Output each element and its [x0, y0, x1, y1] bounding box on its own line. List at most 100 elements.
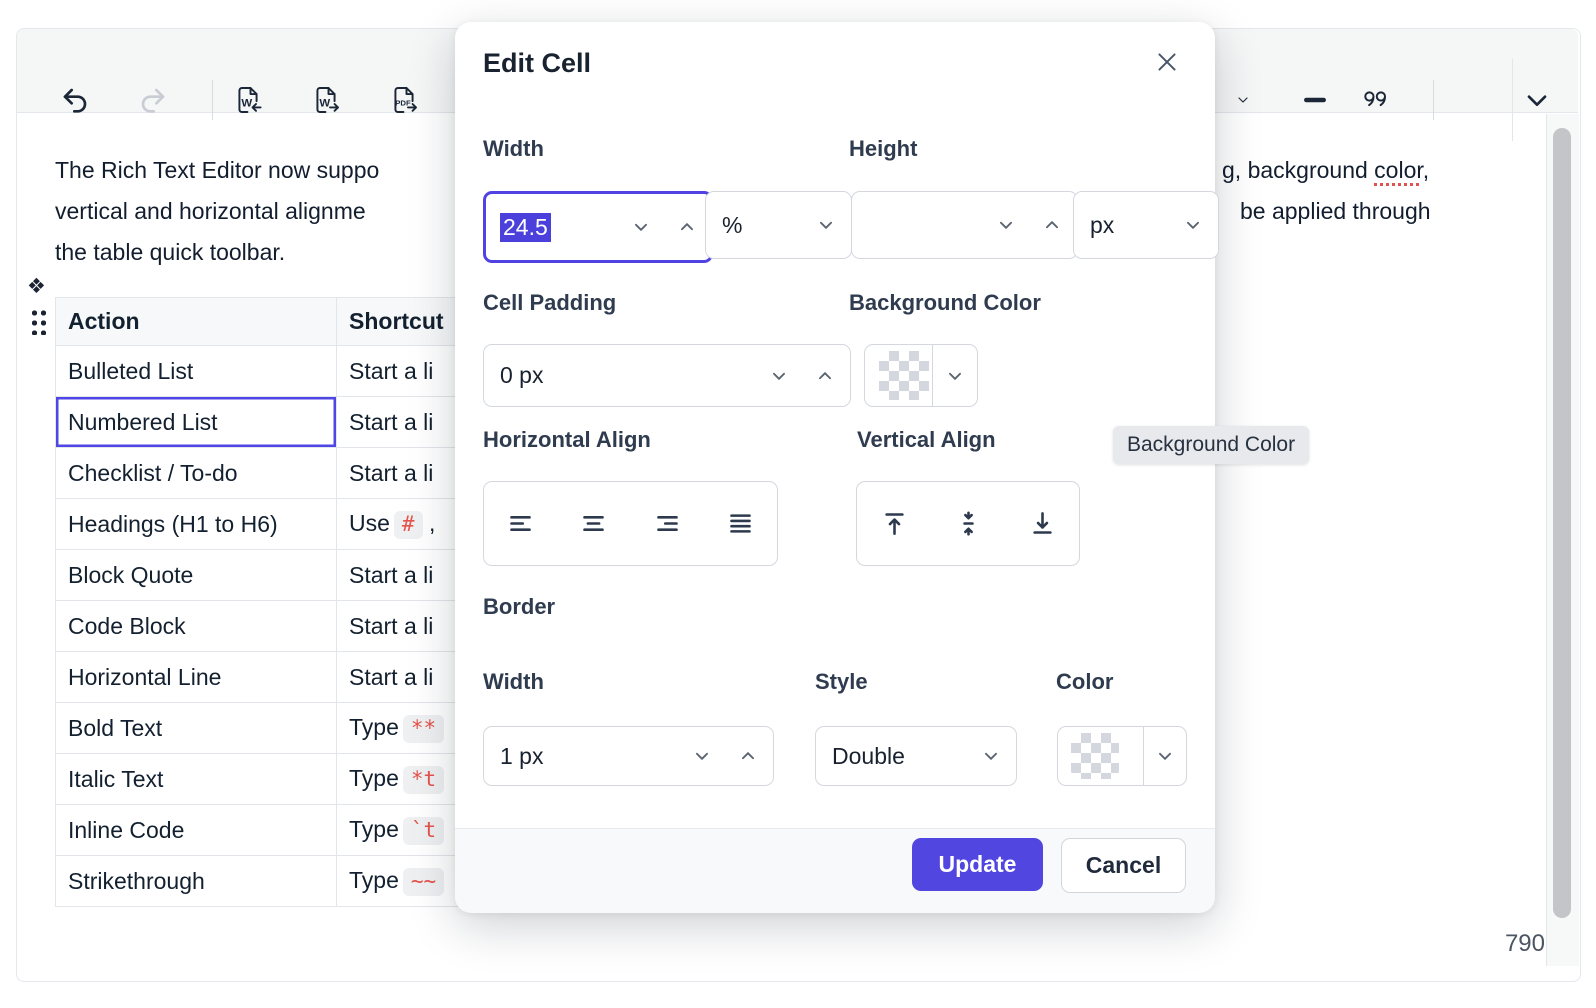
- shortcut-code-chip: ~~: [402, 867, 445, 896]
- align-center-icon[interactable]: [580, 510, 607, 537]
- transparent-swatch[interactable]: [1071, 733, 1119, 779]
- horizontal-align-label: Horizontal Align: [483, 427, 651, 452]
- shortcut-text: Start a li: [349, 663, 434, 690]
- shortcut-text: Start a li: [349, 408, 434, 435]
- height-label: Height: [849, 136, 918, 161]
- align-justify-icon[interactable]: [727, 510, 754, 537]
- dropdown-partial-button[interactable]: [1215, 72, 1271, 128]
- background-color-tooltip: Background Color: [1113, 426, 1310, 464]
- border-style-dropdown[interactable]: Double: [815, 726, 1017, 786]
- paragraph-line1-left: The Rich Text Editor now suppo: [55, 157, 380, 183]
- increment-icon[interactable]: [678, 218, 696, 236]
- height-unit-value: px: [1090, 211, 1115, 238]
- chevron-down-icon: [948, 372, 962, 380]
- height-unit-dropdown[interactable]: px: [1073, 191, 1219, 259]
- decrement-icon[interactable]: [632, 218, 650, 236]
- decrement-icon[interactable]: [770, 367, 788, 385]
- decrement-icon[interactable]: [997, 216, 1015, 234]
- border-style-label: Style: [815, 669, 868, 694]
- table-move-icon[interactable]: ❖: [27, 274, 46, 299]
- cell-action[interactable]: Inline Code: [55, 804, 337, 856]
- chevron-down-icon: [984, 752, 998, 760]
- cell-padding-value: 0 px: [500, 362, 544, 388]
- transparent-swatch[interactable]: [879, 351, 929, 400]
- chevron-down-icon: [1158, 752, 1172, 760]
- spellcheck-word: color: [1374, 157, 1423, 183]
- width-unit-dropdown[interactable]: %: [705, 191, 852, 259]
- border-width-spinner[interactable]: 1 px: [483, 726, 774, 786]
- height-spinner[interactable]: [851, 191, 1078, 259]
- valign-top-icon[interactable]: [881, 510, 908, 537]
- dialog-close-button[interactable]: [1147, 42, 1187, 82]
- toolbar-separator: [1433, 80, 1434, 120]
- vertical-align-label: Vertical Align: [857, 427, 996, 452]
- export-word-icon: W: [316, 87, 339, 113]
- redo-button[interactable]: [125, 72, 181, 128]
- width-spinner[interactable]: 24.5: [483, 191, 713, 263]
- border-color-picker[interactable]: [1057, 726, 1187, 786]
- blockquote-button[interactable]: [1349, 72, 1405, 128]
- vertical-align-group: [856, 481, 1080, 566]
- export-pdf-button[interactable]: PDF: [376, 72, 432, 128]
- increment-icon[interactable]: [739, 747, 757, 765]
- import-word-button[interactable]: W: [220, 72, 276, 128]
- valign-bottom-icon[interactable]: [1029, 510, 1056, 537]
- redo-icon: [141, 88, 165, 113]
- row-drag-handle-icon[interactable]: [30, 308, 48, 335]
- increment-icon[interactable]: [816, 367, 834, 385]
- shortcut-suffix: ,: [422, 509, 436, 536]
- cell-action[interactable]: Horizontal Line: [55, 651, 337, 703]
- cell-action[interactable]: Italic Text: [55, 753, 337, 805]
- paragraph-line2-left: vertical and horizontal alignme: [55, 198, 366, 224]
- increment-icon[interactable]: [1043, 216, 1061, 234]
- width-value: 24.5: [500, 212, 551, 242]
- rich-text-editor-app: W W PDF The Rich Text Editor now suppo g…: [0, 0, 1596, 1008]
- background-color-label: Background Color: [849, 290, 1041, 315]
- border-heading: Border: [483, 594, 556, 619]
- border-color-label: Color: [1056, 669, 1114, 694]
- shortcut-code-chip: **: [402, 714, 445, 743]
- export-word-button[interactable]: W: [298, 72, 354, 128]
- horizontal-line-icon: [1304, 97, 1326, 103]
- cell-action[interactable]: Checklist / To-do: [55, 447, 337, 499]
- chevron-down-icon: [819, 221, 833, 229]
- horizontal-line-button[interactable]: [1287, 72, 1343, 128]
- text-run: ,: [1422, 157, 1430, 183]
- decrement-icon[interactable]: [693, 747, 711, 765]
- color-dropdown-arrow[interactable]: [933, 367, 977, 385]
- undo-icon: [63, 88, 87, 113]
- cell-action[interactable]: Headings (H1 to H6): [55, 498, 337, 550]
- shortcut-code-chip: #: [393, 510, 423, 539]
- scrollbar-thumb[interactable]: [1553, 128, 1571, 918]
- cell-padding-label: Cell Padding: [483, 290, 617, 315]
- align-left-icon[interactable]: [507, 510, 534, 537]
- cell-action-selected[interactable]: Numbered List: [55, 396, 337, 448]
- cell-action[interactable]: Bulleted List: [55, 345, 337, 397]
- background-color-picker[interactable]: [864, 344, 978, 407]
- blockquote-icon: [1364, 91, 1386, 107]
- border-width-value: 1 px: [500, 742, 544, 769]
- cell-action[interactable]: Block Quote: [55, 549, 337, 601]
- cell-action[interactable]: Strikethrough: [55, 855, 337, 907]
- border-style-value: Double: [832, 742, 905, 769]
- valign-middle-icon[interactable]: [955, 510, 982, 537]
- update-button[interactable]: Update: [912, 838, 1043, 891]
- cell-padding-spinner[interactable]: 0 px: [483, 344, 851, 407]
- shortcut-text: Start a li: [349, 357, 434, 384]
- undo-button[interactable]: [47, 72, 103, 128]
- shortcut-text: Start a li: [349, 612, 434, 639]
- shortcut-code-chip: `t: [402, 816, 445, 845]
- color-dropdown-arrow[interactable]: [1144, 747, 1186, 765]
- shortcut-text: Start a li: [349, 561, 434, 588]
- cell-action[interactable]: Bold Text: [55, 702, 337, 754]
- column-header-action[interactable]: Action: [55, 297, 337, 346]
- text-run: g, background: [1222, 157, 1375, 183]
- cell-action[interactable]: Code Block: [55, 600, 337, 652]
- chevron-down-icon: [1527, 95, 1547, 106]
- cancel-button[interactable]: Cancel: [1061, 838, 1186, 893]
- align-right-icon[interactable]: [654, 510, 681, 537]
- width-unit-value: %: [722, 211, 743, 238]
- svg-text:W: W: [241, 97, 252, 109]
- width-label: Width: [483, 136, 544, 161]
- svg-text:PDF: PDF: [395, 98, 411, 107]
